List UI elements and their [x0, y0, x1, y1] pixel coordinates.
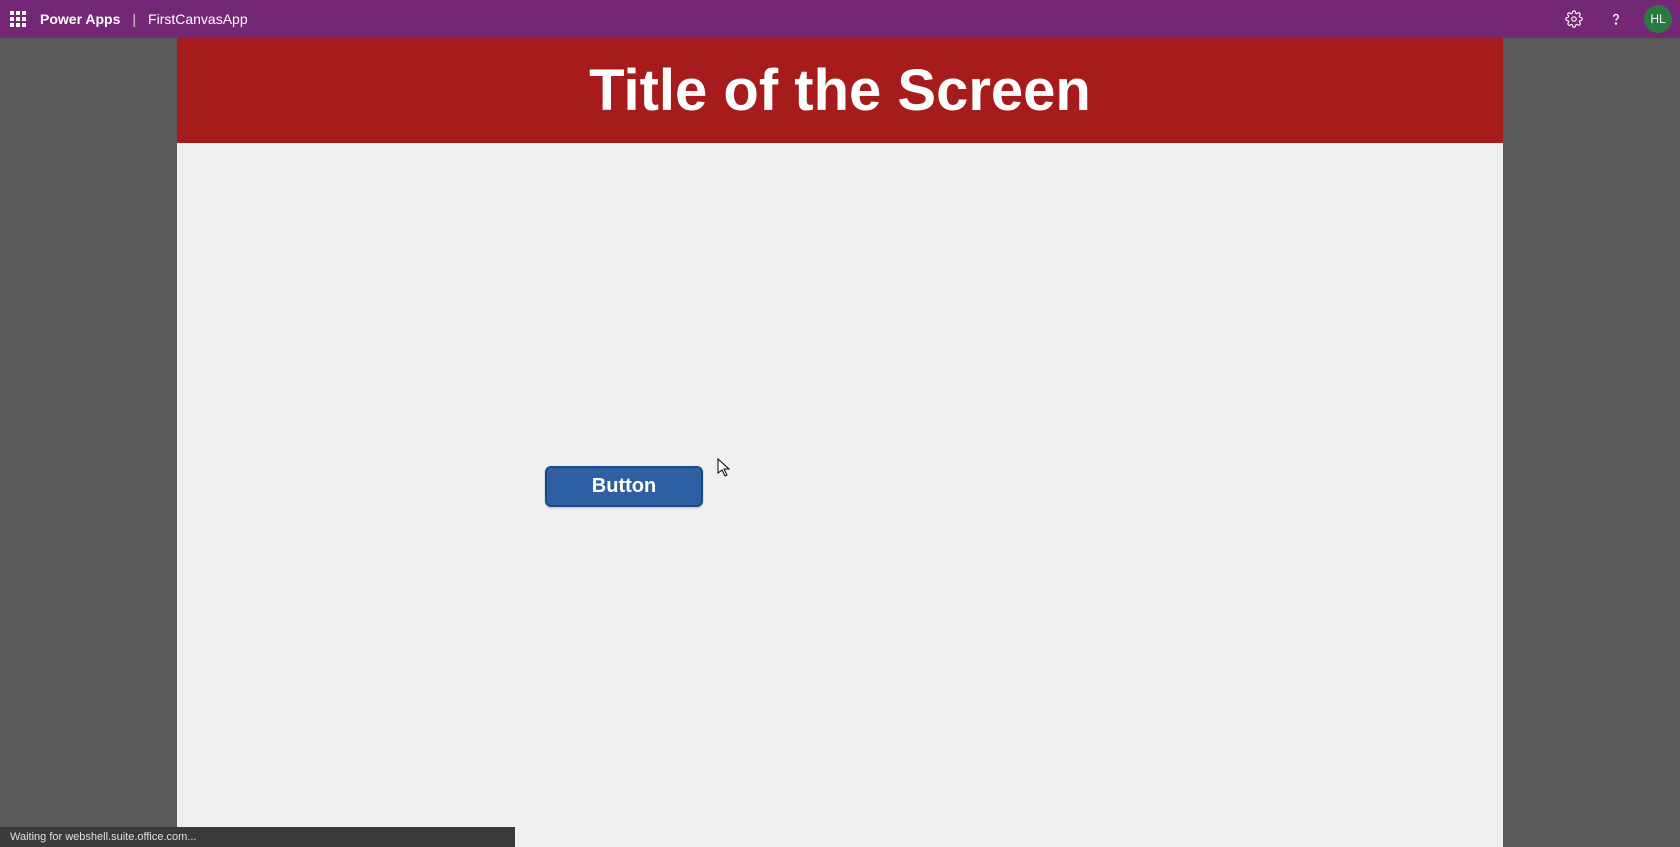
app-canvas: Title of the Screen Button: [177, 38, 1503, 847]
gear-icon: [1565, 10, 1583, 28]
avatar-initials: HL: [1650, 12, 1665, 26]
help-icon: [1607, 10, 1625, 28]
settings-button[interactable]: [1560, 5, 1588, 33]
app-launcher-icon[interactable]: [8, 9, 28, 29]
separator: |: [132, 11, 136, 27]
app-header: Power Apps | FirstCanvasApp HL: [0, 0, 1680, 38]
screen-title-bar: Title of the Screen: [177, 38, 1503, 143]
cursor-icon: [717, 458, 733, 478]
canvas-background: Title of the Screen Button: [0, 38, 1680, 847]
screen-title: Title of the Screen: [589, 57, 1091, 124]
brand-label[interactable]: Power Apps: [40, 11, 120, 27]
primary-button[interactable]: Button: [545, 466, 703, 507]
header-right: HL: [1560, 5, 1672, 33]
status-text: Waiting for webshell.suite.office.com...: [10, 831, 196, 843]
help-button[interactable]: [1602, 5, 1630, 33]
button-label: Button: [592, 475, 656, 498]
user-avatar[interactable]: HL: [1644, 5, 1672, 33]
header-left: Power Apps | FirstCanvasApp: [8, 9, 248, 29]
status-bar: Waiting for webshell.suite.office.com...: [0, 827, 515, 847]
app-name-label[interactable]: FirstCanvasApp: [148, 11, 248, 27]
